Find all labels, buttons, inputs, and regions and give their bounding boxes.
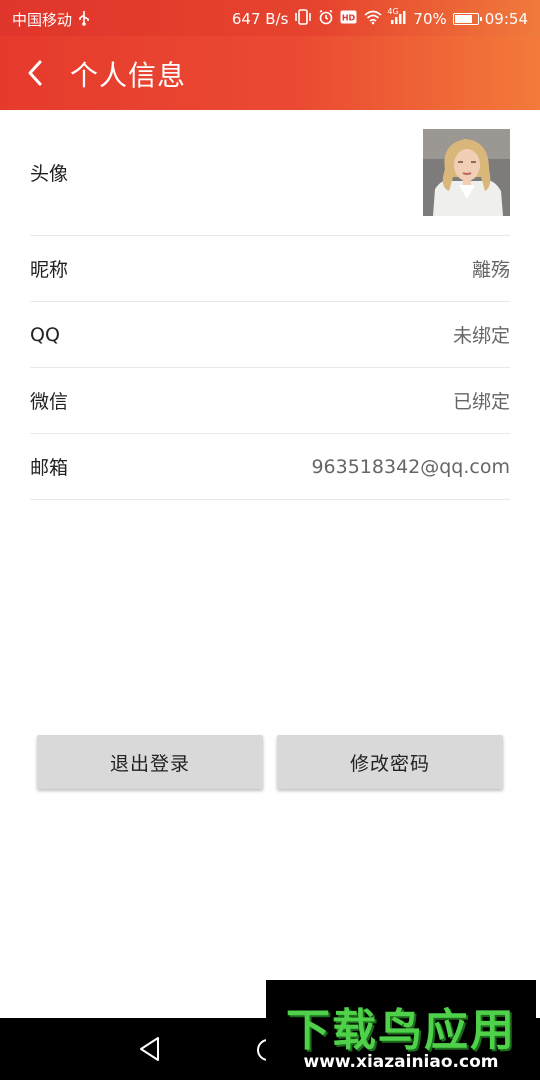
- status-bar-right: 647 B/s HD 4G 70% 09:54: [231, 7, 528, 29]
- email-row[interactable]: 邮箱 963518342@qq.com: [30, 434, 510, 500]
- qq-label: QQ: [30, 323, 60, 346]
- nickname-label: 昵称: [30, 259, 69, 281]
- nickname-row[interactable]: 昵称 離殇: [30, 236, 510, 302]
- wifi-icon: [363, 9, 383, 29]
- page-title: 个人信息: [70, 59, 187, 92]
- watermark-url: www.xiazainiao.com: [303, 1052, 499, 1072]
- usb-icon: [78, 10, 90, 30]
- qq-value: 未绑定: [452, 325, 510, 347]
- email-label: 邮箱: [30, 457, 69, 479]
- hd-icon: HD: [340, 10, 357, 28]
- wechat-row[interactable]: 微信 已绑定: [30, 368, 510, 434]
- profile-list: 头像 昵称 離殇 QQ 未绑定 微信 已绑定 邮箱 963518342@qq.c…: [30, 110, 510, 500]
- back-arrow-icon[interactable]: [18, 56, 52, 90]
- wechat-value: 已绑定: [452, 391, 510, 413]
- qq-row[interactable]: QQ 未绑定: [30, 302, 510, 368]
- status-bar: 中国移动 647 B/s HD 4G 70% 09:54: [0, 0, 540, 36]
- network-type-label: 4G: [387, 7, 399, 16]
- svg-text:HD: HD: [342, 14, 356, 23]
- battery-percent: 70%: [413, 10, 447, 28]
- carrier-label: 中国移动: [12, 11, 73, 29]
- nickname-value: 離殇: [471, 259, 510, 281]
- wechat-label: 微信: [30, 391, 69, 413]
- watermark-logo: 下载鸟应用: [286, 1005, 516, 1056]
- battery-icon: [452, 13, 482, 25]
- alarm-icon: [318, 9, 334, 29]
- 4g-signal-icon: 4G: [387, 7, 407, 29]
- status-bar-left: 中国移动: [12, 9, 90, 30]
- header-bar: 个人信息: [0, 36, 540, 110]
- nav-back-icon[interactable]: [138, 1036, 162, 1066]
- avatar-label: 头像: [30, 163, 69, 185]
- logout-button[interactable]: 退出登录: [37, 735, 263, 789]
- vibrate-icon: [294, 9, 312, 29]
- network-speed: 647 B/s: [231, 10, 289, 28]
- change-password-button[interactable]: 修改密码: [277, 735, 503, 789]
- email-value: 963518342@qq.com: [311, 455, 510, 478]
- watermark: 下载鸟应用 www.xiazainiao.com: [266, 980, 536, 1080]
- avatar-row[interactable]: 头像: [30, 110, 510, 236]
- clock: 09:54: [484, 10, 528, 28]
- avatar[interactable]: [423, 129, 510, 216]
